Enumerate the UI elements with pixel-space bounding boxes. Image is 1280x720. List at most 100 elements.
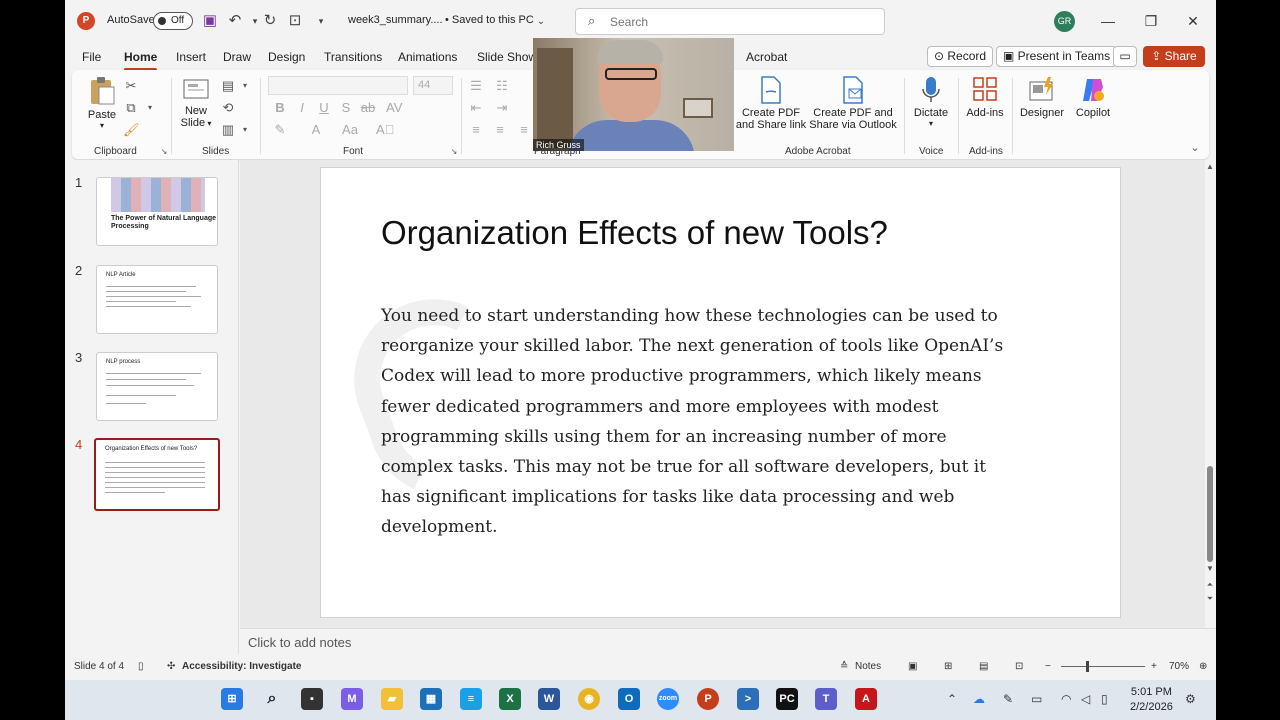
save-icon[interactable]: ▣	[200, 11, 220, 31]
volume-icon[interactable]: ◁	[1081, 692, 1090, 706]
reading-view-icon[interactable]: ▤	[979, 661, 988, 672]
search-box[interactable]: ⌕	[575, 8, 885, 35]
chrome-icon[interactable]: ◉	[578, 688, 600, 710]
slide-thumbnail-1[interactable]: The Power of Natural Language Processing	[96, 177, 218, 246]
zoom-in-icon[interactable]: +	[1151, 661, 1157, 672]
tab-animations[interactable]: Animations	[398, 50, 457, 64]
task-view-icon[interactable]: ▪	[301, 688, 323, 710]
minimize-icon[interactable]: —	[1093, 10, 1123, 32]
comments-button[interactable]: ▭	[1113, 46, 1137, 67]
tab-draw[interactable]: Draw	[223, 50, 251, 64]
new-slide-button[interactable]: New Slide ▾	[176, 76, 216, 129]
present-from-start-icon[interactable]: ⊡	[285, 11, 305, 31]
close-icon[interactable]: ✕	[1178, 10, 1208, 32]
notification-bell-icon[interactable]: ⚙	[1185, 692, 1196, 706]
slideshow-view-icon[interactable]: ⊡	[1015, 661, 1023, 672]
notepad-icon[interactable]: ≡	[460, 688, 482, 710]
microsoft-store-icon[interactable]: ▦	[420, 688, 442, 710]
collapse-ribbon-icon[interactable]: ⌄	[1187, 140, 1203, 156]
notes-placeholder[interactable]: Click to add notes	[248, 635, 351, 650]
fit-to-window-icon[interactable]: ⊕	[1199, 661, 1207, 672]
slide-body-text[interactable]: You need to start understanding how thes…	[381, 301, 1021, 543]
slide-thumbnail-4[interactable]: Organization Effects of new Tools?	[94, 438, 220, 511]
next-slide-icon[interactable]: ⏷	[1205, 594, 1215, 604]
avatar[interactable]: GR	[1054, 11, 1075, 32]
layout-dropdown-icon[interactable]: ▾	[237, 78, 253, 94]
zoom-app-icon[interactable]: zoom	[657, 688, 679, 710]
zoom-slider[interactable]	[1061, 666, 1145, 667]
shadow-icon[interactable]: S	[338, 100, 354, 116]
filename-chevron-icon[interactable]: ⌄	[531, 12, 551, 32]
zoom-out-icon[interactable]: −	[1045, 661, 1051, 672]
outlook-icon[interactable]: O	[618, 688, 640, 710]
layout-icon[interactable]: ▤	[220, 78, 236, 94]
accessibility-icon[interactable]: ✣	[167, 661, 175, 672]
record-button[interactable]: ⊙ Record	[927, 46, 994, 67]
onedrive-icon[interactable]: ☁	[973, 692, 985, 706]
notes-pane[interactable]: Click to add notes	[240, 628, 1216, 654]
system-clock[interactable]: 5:01 PM 2/2/2026	[1130, 685, 1173, 715]
spelling-icon[interactable]: ▯	[138, 661, 144, 672]
clear-formatting-icon[interactable]: A⃠	[376, 122, 394, 138]
autosave-toggle[interactable]: Off	[153, 12, 193, 30]
undo-icon[interactable]: ↶	[225, 11, 245, 31]
notes-toggle[interactable]: Notes	[855, 661, 881, 672]
create-pdf-share-link-button[interactable]: Create PDF and Share link	[731, 76, 811, 131]
slide-thumbnail-3[interactable]: NLP process	[96, 352, 218, 421]
powershell-icon[interactable]: >	[737, 688, 759, 710]
highlight-icon[interactable]: ✎	[272, 122, 288, 138]
paste-button[interactable]: Paste ▾	[82, 76, 122, 130]
windows-start-icon[interactable]: ⊞	[221, 688, 243, 710]
file-explorer-icon[interactable]: ▰	[381, 688, 403, 710]
restore-icon[interactable]: ❐	[1136, 10, 1166, 32]
align-left-icon[interactable]: ≡	[468, 122, 484, 138]
search-input[interactable]	[610, 13, 870, 31]
normal-view-icon[interactable]: ▣	[908, 661, 917, 672]
underline-icon[interactable]: U	[316, 100, 332, 116]
acrobat-taskbar-icon[interactable]: A	[855, 688, 877, 710]
section-dropdown-icon[interactable]: ▾	[237, 122, 253, 138]
create-pdf-outlook-button[interactable]: Create PDF and Share via Outlook	[808, 76, 898, 131]
font-color-icon[interactable]: A	[308, 122, 324, 138]
character-spacing-icon[interactable]: AV	[386, 100, 402, 116]
italic-icon[interactable]: I	[294, 100, 310, 116]
reset-icon[interactable]: ⟲	[220, 100, 236, 116]
tab-home[interactable]: Home	[124, 50, 158, 71]
zoom-level[interactable]: 70%	[1169, 661, 1189, 672]
scroll-up-icon[interactable]: ▲	[1205, 162, 1215, 171]
word-icon[interactable]: W	[538, 688, 560, 710]
teams-taskbar-icon[interactable]: T	[815, 688, 837, 710]
pycharm-icon[interactable]: PC	[776, 688, 798, 710]
tab-file[interactable]: File	[82, 50, 101, 64]
document-filename[interactable]: week3_summary....	[348, 14, 443, 26]
copy-icon[interactable]: ⧉	[123, 100, 139, 116]
share-button[interactable]: ⇪ Share	[1143, 46, 1205, 67]
tab-design[interactable]: Design	[268, 50, 305, 64]
slide-sorter-icon[interactable]: ⊞	[944, 661, 952, 672]
redo-icon[interactable]: ↻	[260, 11, 280, 31]
battery-icon[interactable]: ▯	[1101, 692, 1108, 706]
clipboard-launcher-icon[interactable]: ↘	[156, 144, 172, 160]
pen-icon[interactable]: ✎	[1003, 692, 1013, 706]
increase-indent-icon[interactable]: ⇥	[494, 100, 510, 116]
copy-dropdown-icon[interactable]: ▾	[142, 100, 158, 116]
bold-icon[interactable]: B	[272, 100, 288, 116]
current-slide[interactable]: Organization Effects of new Tools? You n…	[320, 167, 1121, 618]
change-case-icon[interactable]: Aa	[342, 122, 358, 138]
present-in-teams-button[interactable]: ▣ Present in Teams	[996, 46, 1118, 67]
tray-chevron-icon[interactable]: ⌃	[947, 692, 957, 706]
font-size-select[interactable]: 44	[413, 76, 453, 95]
cut-icon[interactable]: ✂	[123, 78, 139, 94]
bullets-icon[interactable]: ☰	[468, 78, 484, 94]
customize-toolbar-icon[interactable]: ▾	[311, 11, 331, 31]
accessibility-status[interactable]: Accessibility: Investigate	[182, 661, 302, 672]
copilot-button[interactable]: Copilot	[1068, 76, 1118, 119]
align-center-icon[interactable]: ≡	[492, 122, 508, 138]
align-right-icon[interactable]: ≡	[516, 122, 532, 138]
scroll-down-icon[interactable]: ▼	[1205, 564, 1215, 573]
saved-status[interactable]: • Saved to this PC	[445, 14, 534, 26]
designer-button[interactable]: Designer	[1016, 76, 1068, 119]
format-painter-icon[interactable]: 🖌	[123, 122, 140, 138]
tab-transitions[interactable]: Transitions	[324, 50, 382, 64]
notes-icon[interactable]: ≙	[840, 661, 848, 672]
